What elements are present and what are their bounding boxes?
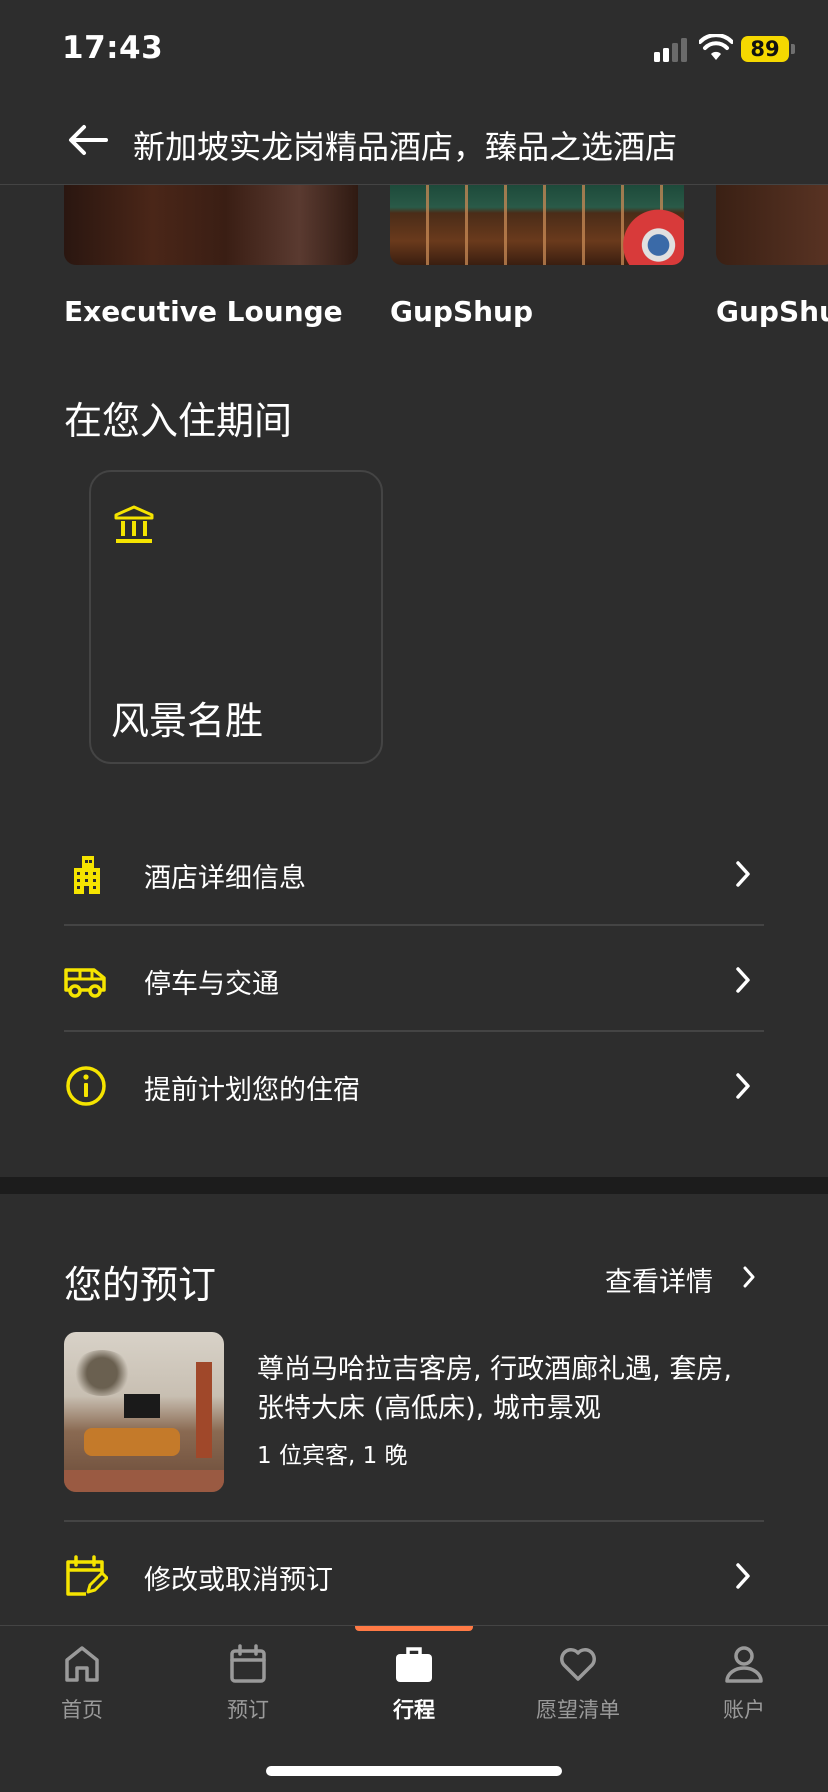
tab-label: 首页 <box>61 1698 103 1722</box>
row-label: 修改或取消预订 <box>144 1565 333 1596</box>
attractions-card[interactable]: 风景名胜 <box>89 470 383 764</box>
row-label: 提前计划您的住宿 <box>144 1075 360 1106</box>
tab-trips[interactable]: 行程 <box>344 1644 484 1744</box>
page-header: 新加坡实龙岗精品酒店，臻品之选酒店 <box>0 100 828 185</box>
executive-lounge-photo[interactable] <box>64 185 358 265</box>
arrow-left-icon[interactable] <box>66 122 110 158</box>
tab-label: 行程 <box>393 1698 435 1722</box>
museum-icon <box>114 505 154 543</box>
during-stay-title: 在您入住期间 <box>64 399 293 443</box>
status-bar: 17:43 89 <box>0 0 828 100</box>
van-icon <box>64 968 106 998</box>
wifi-icon <box>699 34 733 60</box>
view-details-link[interactable]: 查看详情 <box>605 1260 713 1299</box>
status-time: 17:43 <box>62 30 164 66</box>
calendar-icon <box>230 1644 266 1683</box>
tab-label: 账户 <box>723 1698 765 1722</box>
tab-home[interactable]: 首页 <box>12 1644 152 1744</box>
building-icon <box>74 856 100 894</box>
chevron-right-icon <box>736 1073 750 1099</box>
reservation-title: 您的预订 <box>64 1263 217 1307</box>
info-icon <box>66 1066 106 1106</box>
attraction-label: 风景名胜 <box>111 699 264 743</box>
section-divider <box>0 1177 828 1194</box>
tab-account[interactable]: 账户 <box>674 1644 814 1744</box>
photo-label: GupShup <box>390 295 534 328</box>
room-tv <box>124 1394 160 1418</box>
home-icon <box>65 1646 99 1682</box>
amenity-photo-carousel[interactable]: Executive Lounge GupShup GupShu <box>0 185 828 345</box>
battery-indicator: 89 <box>741 36 789 62</box>
trip-screen: 17:43 89 新加坡实龙岗精品酒店，臻品之选酒店 Executive Lou… <box>0 0 828 1792</box>
cellular-signal-icon <box>654 38 687 62</box>
mural-tree <box>72 1350 132 1396</box>
tab-bookings[interactable]: 预订 <box>178 1644 318 1744</box>
photo-label: Executive Lounge <box>64 295 343 328</box>
chevron-right-icon <box>736 861 750 887</box>
battery-nub <box>791 44 795 54</box>
parking-transport-row[interactable]: 停车与交通 <box>64 926 764 1032</box>
room-name: 尊尚马哈拉吉客房, 行政酒廊礼遇, 套房, 张特大床 (高低床), 城市景观 <box>257 1354 732 1424</box>
modify-cancel-row[interactable]: 修改或取消预订 <box>64 1522 764 1628</box>
chevron-right-icon <box>736 1563 750 1589</box>
hotel-details-row[interactable]: 酒店详细信息 <box>64 820 764 926</box>
tab-label: 愿望清单 <box>536 1698 620 1722</box>
guest-count: 1 位宾客, 1 晚 <box>257 1443 408 1469</box>
briefcase-icon <box>396 1647 432 1682</box>
chevron-right-icon[interactable] <box>742 1266 756 1288</box>
user-icon <box>725 1646 763 1683</box>
gupshup-photo[interactable] <box>390 185 684 265</box>
gupshup-photo-2[interactable] <box>716 185 828 265</box>
photo-label: GupShu <box>716 295 828 328</box>
active-tab-indicator <box>355 1626 473 1631</box>
room-thumbnail[interactable] <box>64 1332 224 1492</box>
room-floor <box>64 1470 224 1492</box>
row-label: 停车与交通 <box>144 969 279 1000</box>
chevron-right-icon <box>736 967 750 993</box>
calendar-edit-icon <box>66 1555 108 1596</box>
hotel-info-list: 酒店详细信息 停车与交通 提前计划您的住宿 <box>64 820 764 1138</box>
home-indicator[interactable] <box>266 1766 562 1776</box>
room-curtain <box>196 1362 212 1458</box>
room-sofa <box>84 1428 180 1456</box>
page-title: 新加坡实龙岗精品酒店，臻品之选酒店 <box>133 128 678 166</box>
tab-wishlist[interactable]: 愿望清单 <box>508 1644 648 1744</box>
plan-stay-row[interactable]: 提前计划您的住宿 <box>64 1032 764 1138</box>
tab-label: 预订 <box>227 1698 269 1722</box>
row-label: 酒店详细信息 <box>144 863 306 894</box>
heart-icon <box>560 1648 596 1681</box>
